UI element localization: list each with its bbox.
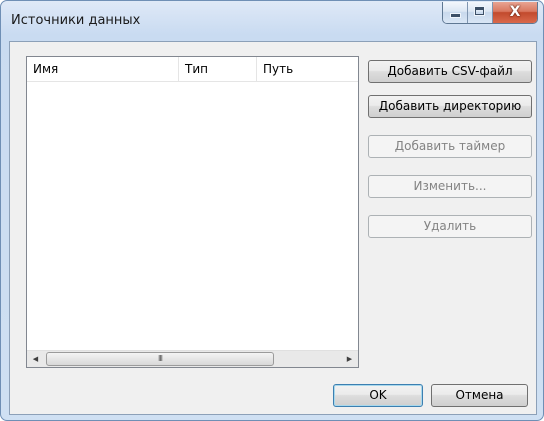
maximize-button[interactable] (468, 2, 493, 23)
scroll-right-arrow-icon[interactable]: ▶ (341, 351, 358, 367)
column-header-path[interactable]: Путь (257, 57, 358, 81)
list-header: Имя Тип Путь (27, 57, 358, 82)
minimize-icon (451, 14, 460, 17)
dialog-window: Источники данных X Имя Тип Путь ◀ III ▶ … (0, 0, 544, 421)
edit-button[interactable]: Изменить... (368, 175, 532, 198)
scrollbar-grip-icon: III (157, 354, 163, 363)
window-title: Источники данных (11, 13, 141, 28)
dialog-client-area: Имя Тип Путь ◀ III ▶ Добавить CSV-файл Д… (9, 41, 537, 415)
add-csv-file-button[interactable]: Добавить CSV-файл (368, 60, 532, 83)
scrollbar-thumb[interactable]: III (46, 352, 274, 366)
ok-button[interactable]: OK (333, 384, 423, 407)
close-button[interactable]: X (493, 2, 537, 23)
column-header-type[interactable]: Тип (179, 57, 257, 81)
scroll-left-arrow-icon[interactable]: ◀ (27, 351, 44, 367)
data-sources-list[interactable]: Имя Тип Путь ◀ III ▶ (26, 56, 359, 368)
delete-button[interactable]: Удалить (368, 215, 532, 238)
title-bar[interactable]: Источники данных X (1, 1, 544, 41)
add-directory-button[interactable]: Добавить директорию (368, 95, 532, 118)
column-header-name[interactable]: Имя (27, 57, 179, 81)
close-icon: X (509, 4, 521, 20)
horizontal-scrollbar[interactable]: ◀ III ▶ (27, 350, 358, 367)
add-timer-button[interactable]: Добавить таймер (368, 135, 532, 158)
cancel-button[interactable]: Отмена (431, 384, 528, 407)
minimize-button[interactable] (443, 2, 468, 23)
maximize-icon (475, 7, 484, 15)
caption-buttons: X (442, 2, 538, 24)
